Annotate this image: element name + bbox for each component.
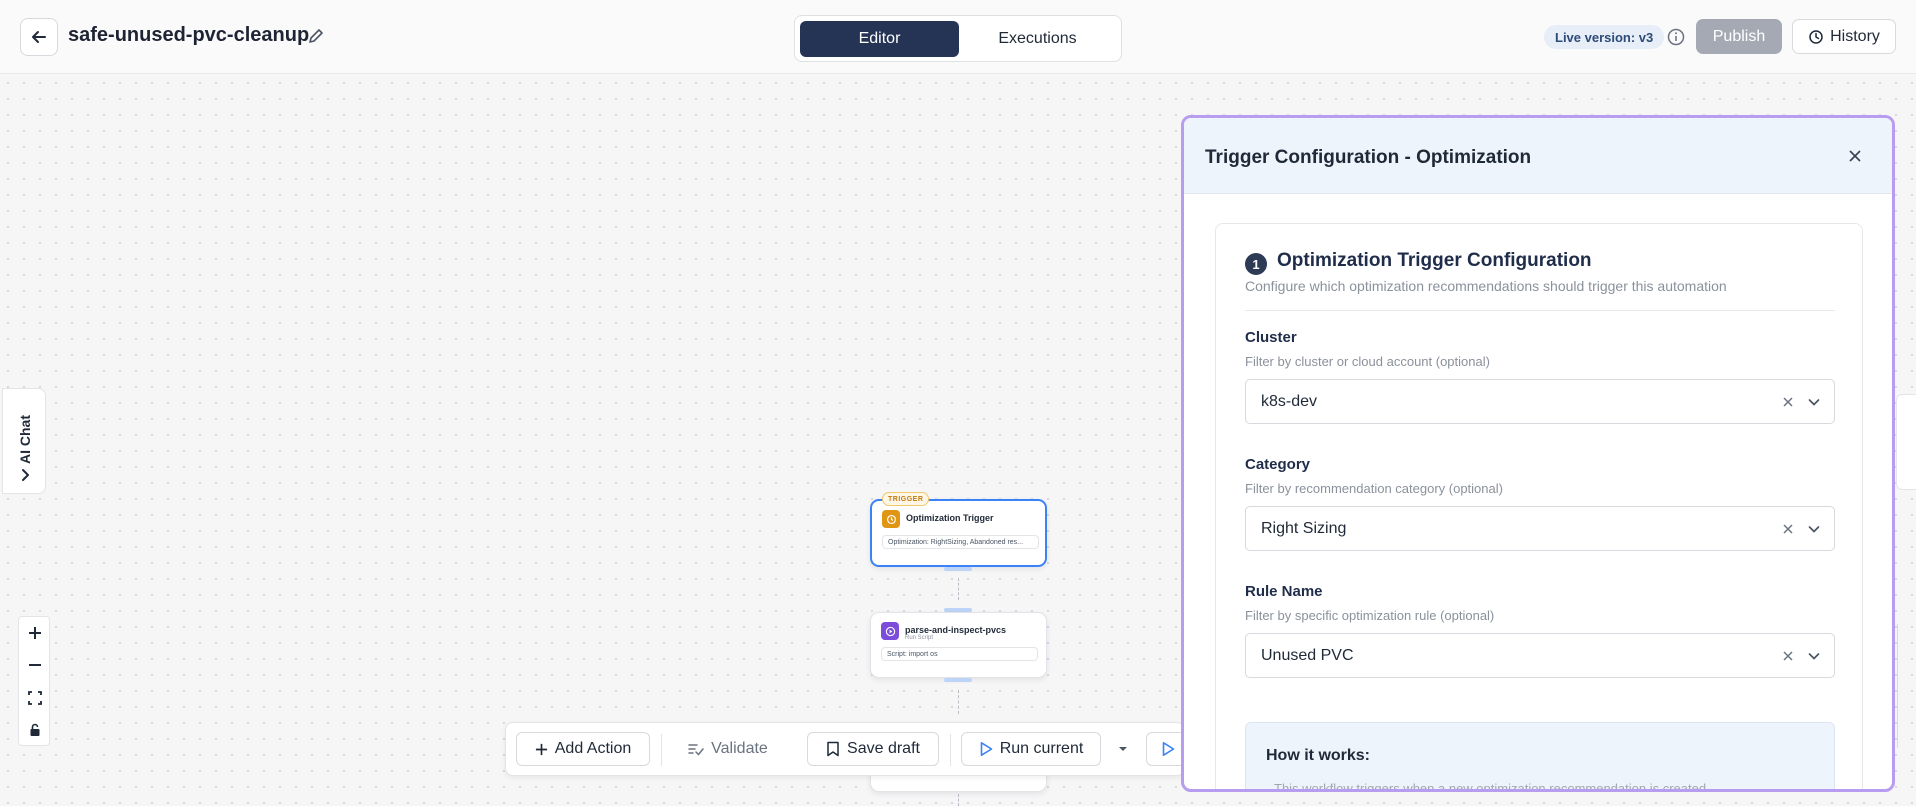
arrow-left-icon <box>32 31 46 43</box>
section-description: Configure which optimization recommendat… <box>1245 278 1727 294</box>
rule-name-help: Filter by specific optimization rule (op… <box>1245 608 1495 623</box>
connector-line <box>958 690 959 714</box>
run-options-dropdown[interactable] <box>1109 732 1137 766</box>
chevron-down-icon[interactable] <box>1806 521 1822 537</box>
view-switcher: Editor Executions <box>794 15 1122 62</box>
save-draft-button[interactable]: Save draft <box>807 732 939 766</box>
info-icon[interactable] <box>1666 27 1686 47</box>
publish-button[interactable]: Publish <box>1696 19 1782 54</box>
zoom-in-button[interactable] <box>19 617 51 649</box>
history-label: History <box>1830 27 1880 45</box>
plus-icon <box>29 627 41 639</box>
zoom-controls <box>18 616 50 746</box>
chevron-down-icon[interactable] <box>1806 648 1822 664</box>
cluster-select[interactable]: k8s-dev <box>1245 379 1835 424</box>
close-icon <box>1849 150 1861 162</box>
zoom-out-button[interactable] <box>19 649 51 681</box>
script-node-field: Script: import os <box>881 647 1038 661</box>
fit-view-button[interactable] <box>19 682 51 714</box>
trigger-config-panel: Trigger Configuration - Optimization 1 O… <box>1181 115 1895 792</box>
ai-chat-tab[interactable]: AI Chat <box>2 388 46 494</box>
chevron-down-icon[interactable] <box>1806 394 1822 410</box>
close-button[interactable] <box>1846 147 1864 165</box>
tab-executions[interactable]: Executions <box>958 21 1117 57</box>
run-current-label: Run current <box>999 740 1084 757</box>
play-icon <box>1162 742 1175 756</box>
rule-name-label: Rule Name <box>1245 583 1323 600</box>
how-it-works-box: How it works: This workflow triggers whe… <box>1245 722 1835 792</box>
config-card: 1 Optimization Trigger Configuration Con… <box>1215 223 1863 792</box>
trigger-node-title: Optimization Trigger <box>906 513 994 523</box>
connector-line <box>958 794 959 806</box>
top-header: safe-unused-pvc-cleanup Editor Execution… <box>0 0 1916 74</box>
script-output-handle[interactable] <box>944 678 972 682</box>
history-icon <box>1809 29 1823 44</box>
how-it-works-text: This workflow triggers when a new optimi… <box>1274 781 1707 792</box>
cluster-help: Filter by cluster or cloud account (opti… <box>1245 354 1490 369</box>
connector-line <box>958 578 959 600</box>
validate-icon <box>688 744 704 756</box>
optimization-icon <box>886 514 896 524</box>
ai-chat-label: AI Chat <box>17 415 33 464</box>
minus-icon <box>29 664 41 666</box>
back-button[interactable] <box>20 18 58 56</box>
bottom-toolbar: Add Action Validate Save draft Run curre… <box>505 722 1206 776</box>
validate-button[interactable]: Validate <box>672 732 784 766</box>
trigger-output-handle[interactable] <box>944 567 972 571</box>
script-node-icon <box>881 622 899 640</box>
trigger-tag: TRIGGER <box>882 492 930 506</box>
clear-icon[interactable] <box>1780 648 1796 664</box>
fit-view-icon <box>28 691 42 705</box>
lock-button[interactable] <box>19 714 51 746</box>
chevron-right-icon <box>22 469 29 481</box>
toolbar-divider <box>950 734 951 766</box>
trigger-node[interactable]: TRIGGER Optimization Trigger Optimizatio… <box>870 492 1047 567</box>
trigger-node-icon <box>882 510 900 528</box>
right-edge-tab[interactable] <box>1896 394 1916 490</box>
section-title: Optimization Trigger Configuration <box>1277 250 1592 271</box>
live-version-badge: Live version: v3 <box>1544 25 1665 49</box>
clear-icon[interactable] <box>1780 521 1796 537</box>
panel-title: Trigger Configuration - Optimization <box>1205 147 1532 168</box>
script-node[interactable]: parse-and-inspect-pvcs Run Script Script… <box>870 612 1047 678</box>
save-draft-label: Save draft <box>847 740 920 757</box>
add-action-label: Add Action <box>554 740 632 757</box>
plus-icon <box>535 743 547 755</box>
cluster-value: k8s-dev <box>1261 393 1318 410</box>
add-action-button[interactable]: Add Action <box>516 732 650 766</box>
workflow-name: safe-unused-pvc-cleanup <box>68 24 310 46</box>
clear-icon[interactable] <box>1780 394 1796 410</box>
how-it-works-title: How it works: <box>1266 747 1371 764</box>
lock-icon <box>30 723 40 736</box>
play-icon <box>980 742 993 756</box>
rule-name-select[interactable]: Unused PVC <box>1245 633 1835 678</box>
panel-header: Trigger Configuration - Optimization <box>1184 118 1892 194</box>
category-value: Right Sizing <box>1261 520 1347 537</box>
pencil-icon[interactable] <box>306 26 326 46</box>
run-current-button[interactable]: Run current <box>961 732 1101 766</box>
caret-down-icon <box>1119 747 1127 751</box>
category-select[interactable]: Right Sizing <box>1245 506 1835 551</box>
cluster-label: Cluster <box>1245 329 1297 346</box>
toolbar-divider <box>661 734 662 766</box>
divider <box>1245 310 1835 311</box>
rule-name-value: Unused PVC <box>1261 647 1354 664</box>
play-icon <box>885 626 895 636</box>
step-number: 1 <box>1245 253 1267 275</box>
bookmark-icon <box>827 741 839 757</box>
history-button[interactable]: History <box>1792 19 1896 54</box>
category-help: Filter by recommendation category (optio… <box>1245 481 1503 496</box>
script-node-subtitle: Run Script <box>905 635 934 641</box>
script-node-title: parse-and-inspect-pvcs <box>905 625 1007 635</box>
tab-editor[interactable]: Editor <box>800 21 959 57</box>
category-label: Category <box>1245 456 1311 473</box>
right-edge-divider <box>1897 624 1898 748</box>
validate-label: Validate <box>711 740 768 757</box>
trigger-node-field: Optimization: RightSizing, Abandoned res… <box>882 535 1039 549</box>
